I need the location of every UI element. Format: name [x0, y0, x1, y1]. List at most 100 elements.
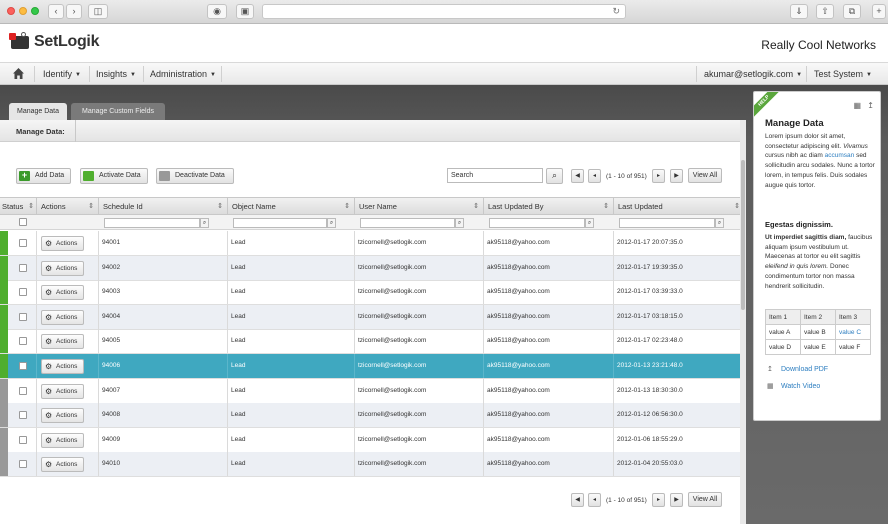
status-indicator [0, 452, 8, 477]
row-checkbox[interactable] [19, 263, 27, 272]
nav-identify[interactable]: Identify ▼ [43, 63, 81, 85]
system-menu[interactable]: Test System ▼ [814, 63, 872, 85]
last-page-icon[interactable]: ▶ [670, 169, 683, 183]
breadcrumb: Manage Data: [0, 120, 746, 142]
user-menu[interactable]: akumar@setlogik.com ▼ [704, 63, 802, 85]
help-title: Manage Data [765, 118, 824, 129]
table-row[interactable]: ⚙ Actions 94008 Lead tzicornell@setlogik.com… [0, 403, 744, 429]
activate-data-button[interactable]: Activate Data [80, 168, 148, 184]
row-checkbox[interactable] [19, 411, 27, 420]
app-header: SetLogik Really Cool Networks [0, 24, 888, 62]
view-all-button[interactable]: View All [688, 168, 722, 183]
row-actions-button[interactable]: ⚙ Actions [41, 383, 84, 399]
first-page-icon[interactable]: ◀ [571, 169, 584, 183]
download-icon[interactable]: ⇓ [790, 4, 808, 19]
filter-last-updated-by[interactable] [489, 218, 585, 228]
watch-video-link[interactable]: ▦ Watch Video [767, 382, 820, 391]
row-checkbox[interactable] [19, 435, 27, 444]
nav-insights[interactable]: Insights ▼ [96, 63, 136, 85]
select-all-checkbox[interactable] [19, 218, 27, 226]
prev-page-icon[interactable]: ◂ [588, 169, 601, 183]
row-actions-button[interactable]: ⚙ Actions [41, 334, 84, 350]
tab-manage-data[interactable]: Manage Data [9, 103, 67, 121]
cell-user-name: tzicornell@setlogik.com [355, 378, 484, 403]
add-data-button[interactable]: + Add Data [16, 168, 71, 184]
forward-icon[interactable]: › [66, 4, 82, 19]
last-page-icon[interactable]: ▶ [670, 493, 683, 507]
row-checkbox[interactable] [19, 312, 27, 321]
print-icon[interactable]: ▦ [854, 101, 862, 110]
prev-page-icon[interactable]: ◂ [588, 493, 601, 507]
filter-last-updated[interactable] [619, 218, 715, 228]
first-page-icon[interactable]: ◀ [571, 493, 584, 507]
tab-manage-custom-fields[interactable]: Manage Custom Fields [71, 103, 165, 121]
table-row[interactable]: ⚙ Actions 94010 Lead tzicornell@setlogik.com… [0, 452, 744, 478]
next-page-icon[interactable]: ▸ [652, 169, 665, 183]
column-actions[interactable]: Actions ⇕ [37, 198, 99, 215]
filter-search-icon[interactable]: ⌕ [715, 218, 724, 228]
table-row[interactable]: ⚙ Actions 94005 Lead tzicornell@setlogik.com… [0, 329, 744, 355]
help-link-accumsan[interactable]: accumsan [825, 152, 855, 159]
column-user-name[interactable]: User Name ⇕ [355, 198, 484, 215]
search-input[interactable]: Search [447, 168, 543, 183]
sidebar-icon[interactable]: ◫ [88, 4, 108, 19]
column-schedule-id[interactable]: Schedule Id ⇕ [99, 198, 228, 215]
column-last-updated[interactable]: Last Updated ⇕ [614, 198, 744, 215]
deactivate-data-button[interactable]: Deactivate Data [156, 168, 234, 184]
row-actions-button[interactable]: ⚙ Actions [41, 432, 84, 448]
table-row[interactable]: ⚙ Actions 94004 Lead tzicornell@setlogik.com… [0, 304, 744, 330]
table-row[interactable]: ⚙ Actions 94007 Lead tzicornell@setlogik.com… [0, 378, 744, 404]
nav-administration[interactable]: Administration ▼ [150, 63, 216, 85]
activate-icon [83, 171, 94, 181]
share-icon[interactable]: ⇧ [816, 4, 834, 19]
search-icon[interactable]: ⌕ [546, 168, 563, 184]
row-checkbox[interactable] [19, 362, 27, 370]
filter-object-name[interactable] [233, 218, 327, 228]
close-window-button[interactable] [7, 7, 15, 15]
filter-search-icon[interactable]: ⌕ [200, 218, 209, 228]
row-checkbox[interactable] [19, 337, 27, 346]
pdf-icon[interactable]: ↥ [867, 101, 874, 110]
filter-user-name[interactable] [360, 218, 455, 228]
next-page-icon[interactable]: ▸ [652, 493, 665, 507]
zoom-window-button[interactable] [31, 7, 39, 15]
filter-search-icon[interactable]: ⌕ [585, 218, 594, 228]
row-actions-button[interactable]: ⚙ Actions [41, 457, 84, 473]
download-pdf-link[interactable]: ↥ Download PDF [767, 365, 828, 374]
grid-scrollbar[interactable] [740, 120, 746, 524]
tabs-icon[interactable]: ⧉ [843, 4, 861, 19]
reload-icon[interactable]: ↻ [612, 6, 620, 17]
cell-last-updated-by: ak95118@yahoo.com [484, 329, 614, 354]
row-checkbox[interactable] [19, 460, 27, 469]
row-actions-button[interactable]: ⚙ Actions [41, 260, 84, 276]
view-all-button-bottom[interactable]: View All [688, 492, 722, 507]
minimize-window-button[interactable] [19, 7, 27, 15]
filter-search-icon[interactable]: ⌕ [455, 218, 464, 228]
filter-search-icon[interactable]: ⌕ [327, 218, 336, 228]
table-row[interactable]: ⚙ Actions 94003 Lead tzicornell@setlogik.com… [0, 280, 744, 306]
globe-icon[interactable]: ◉ [207, 4, 227, 19]
row-actions-button[interactable]: ⚙ Actions [41, 408, 84, 424]
filter-schedule-id[interactable] [104, 218, 200, 228]
back-icon[interactable]: ‹ [48, 4, 64, 19]
table-row[interactable]: ⚙ Actions 94001 Lead tzicornell@setlogik.com… [0, 231, 744, 256]
lock-icon[interactable]: ▣ [236, 4, 254, 19]
url-bar[interactable]: ↻ [262, 4, 626, 19]
cell-last-updated: 2012-01-06 18:55:29.0 [617, 435, 683, 443]
table-row[interactable]: ⚙ Actions 94002 Lead tzicornell@setlogik.com… [0, 255, 744, 281]
column-status[interactable]: Status ⇕ [0, 198, 37, 215]
home-icon[interactable] [12, 67, 25, 80]
table-row[interactable]: ⚙ Actions 94006 Lead tzicornell@setlogik.com… [0, 354, 744, 379]
row-actions-button[interactable]: ⚙ Actions [41, 359, 84, 374]
row-checkbox[interactable] [19, 288, 27, 297]
column-last-updated-by[interactable]: Last Updated By ⇕ [484, 198, 614, 215]
column-object-name[interactable]: Object Name ⇕ [228, 198, 355, 215]
table-row[interactable]: ⚙ Actions 94009 Lead tzicornell@setlogik.com… [0, 427, 744, 453]
row-actions-button[interactable]: ⚙ Actions [41, 285, 84, 301]
new-tab-icon[interactable]: + [872, 4, 886, 19]
row-checkbox[interactable] [19, 239, 27, 247]
row-actions-button[interactable]: ⚙ Actions [41, 236, 84, 251]
row-checkbox[interactable] [19, 386, 27, 395]
row-actions-button[interactable]: ⚙ Actions [41, 309, 84, 325]
help-table: Item 1 Item 2 Item 3 value Avalue Bvalue C… [765, 309, 871, 355]
